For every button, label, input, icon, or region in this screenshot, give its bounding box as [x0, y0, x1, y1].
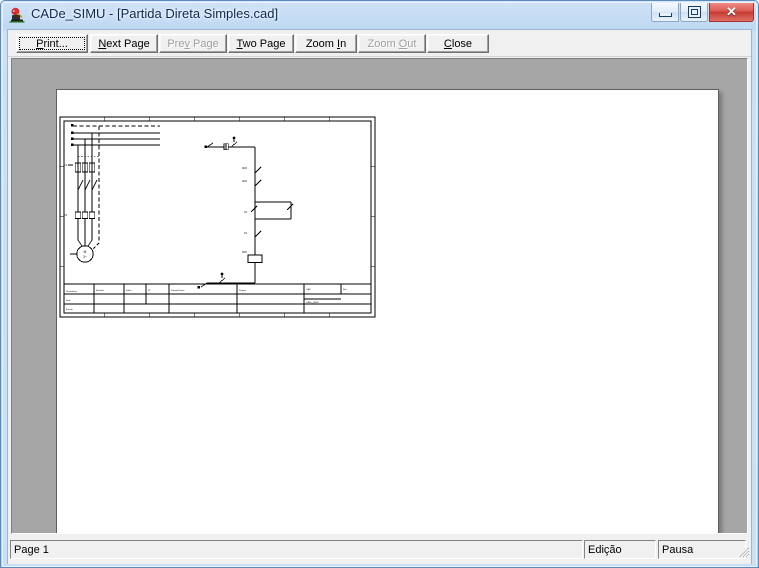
- zoom-out-button: Zoom Out: [358, 34, 426, 53]
- two-page-button[interactable]: Two Page: [228, 34, 294, 53]
- window-title: CADe_SIMU - [Partida Direta Simples.cad]: [31, 6, 279, 21]
- svg-text:M: M: [84, 250, 87, 254]
- minimize-icon: [652, 3, 678, 21]
- svg-text:Escala: Escala: [66, 309, 73, 311]
- cade-simu-icon: [8, 6, 26, 24]
- close-icon: ✕: [726, 4, 737, 19]
- resize-grip-icon[interactable]: [737, 545, 750, 558]
- zoom-in-button[interactable]: Zoom In: [295, 34, 357, 53]
- svg-text:Nº: Nº: [148, 289, 151, 292]
- svg-text:Rev: Rev: [343, 289, 348, 291]
- print-preview-pane[interactable]: F1 F2 M 3~ KM1 KM1 S1 F2 KM1 Desenhista …: [11, 58, 748, 534]
- status-mode-panel: Edição: [584, 540, 656, 559]
- svg-text:Projeto: Projeto: [239, 289, 247, 292]
- svg-text:Folha: Folha: [126, 290, 132, 292]
- next-page-button[interactable]: Next Page: [90, 34, 158, 53]
- two-page-button-label: Two Page: [236, 37, 286, 50]
- svg-text:3~: 3~: [83, 255, 87, 259]
- zoom-in-button-label: Zoom In: [305, 37, 347, 50]
- svg-text:F2: F2: [64, 213, 68, 217]
- title-bar[interactable]: CADe_SIMU - [Partida Direta Simples.cad]…: [2, 2, 757, 29]
- preview-page: F1 F2 M 3~ KM1 KM1 S1 F2 KM1 Desenhista …: [56, 89, 719, 533]
- client-area: Print... Next Page Prev Page Two Page Zoom I…: [7, 29, 752, 565]
- svg-text:F2: F2: [244, 232, 247, 235]
- svg-text:CAD: CAD: [306, 288, 311, 291]
- window-frame-inner: CADe_SIMU - [Partida Direta Simples.cad]…: [2, 2, 757, 567]
- prev-page-button-label: Prev Page: [167, 37, 219, 50]
- svg-text:KM1: KM1: [242, 180, 248, 183]
- svg-text:Partida Direta: Partida Direta: [171, 289, 185, 292]
- svg-text:F1: F1: [64, 163, 68, 167]
- preview-toolbar: Print... Next Page Prev Page Two Page Zoom I…: [8, 30, 751, 57]
- cad-schematic-drawing: F1 F2 M 3~ KM1 KM1 S1 F2 KM1 Desenhista …: [59, 116, 376, 318]
- status-bar: Page 1 Edição Pausa: [8, 536, 751, 564]
- svg-text:CADe_SIMU: CADe_SIMU: [306, 301, 319, 304]
- focus-rectangle: [19, 37, 85, 50]
- restore-icon: [681, 3, 707, 21]
- minimize-button[interactable]: [651, 3, 679, 22]
- prev-page-button: Prev Page: [159, 34, 227, 53]
- print-button[interactable]: Print...: [16, 34, 88, 53]
- svg-text:S1: S1: [244, 211, 248, 214]
- close-button[interactable]: Close: [427, 34, 489, 53]
- svg-text:Data: Data: [66, 299, 71, 302]
- window-bottom-edge: [7, 564, 752, 566]
- svg-text:Desenhista: Desenhista: [66, 290, 78, 293]
- status-page-panel: Page 1: [10, 540, 583, 559]
- zoom-out-button-label: Zoom Out: [367, 37, 417, 50]
- status-state-panel: Pausa: [658, 540, 746, 559]
- svg-text:KM1: KM1: [242, 251, 248, 254]
- close-button-label: Close: [443, 37, 473, 50]
- close-window-button[interactable]: ✕: [709, 3, 754, 22]
- next-page-button-label: Next Page: [98, 37, 150, 50]
- svg-text:KM1: KM1: [242, 167, 248, 170]
- maximize-button[interactable]: [680, 3, 708, 22]
- svg-text:Revisão: Revisão: [96, 289, 105, 292]
- preview-window: CADe_SIMU - [Partida Direta Simples.cad]…: [0, 0, 759, 568]
